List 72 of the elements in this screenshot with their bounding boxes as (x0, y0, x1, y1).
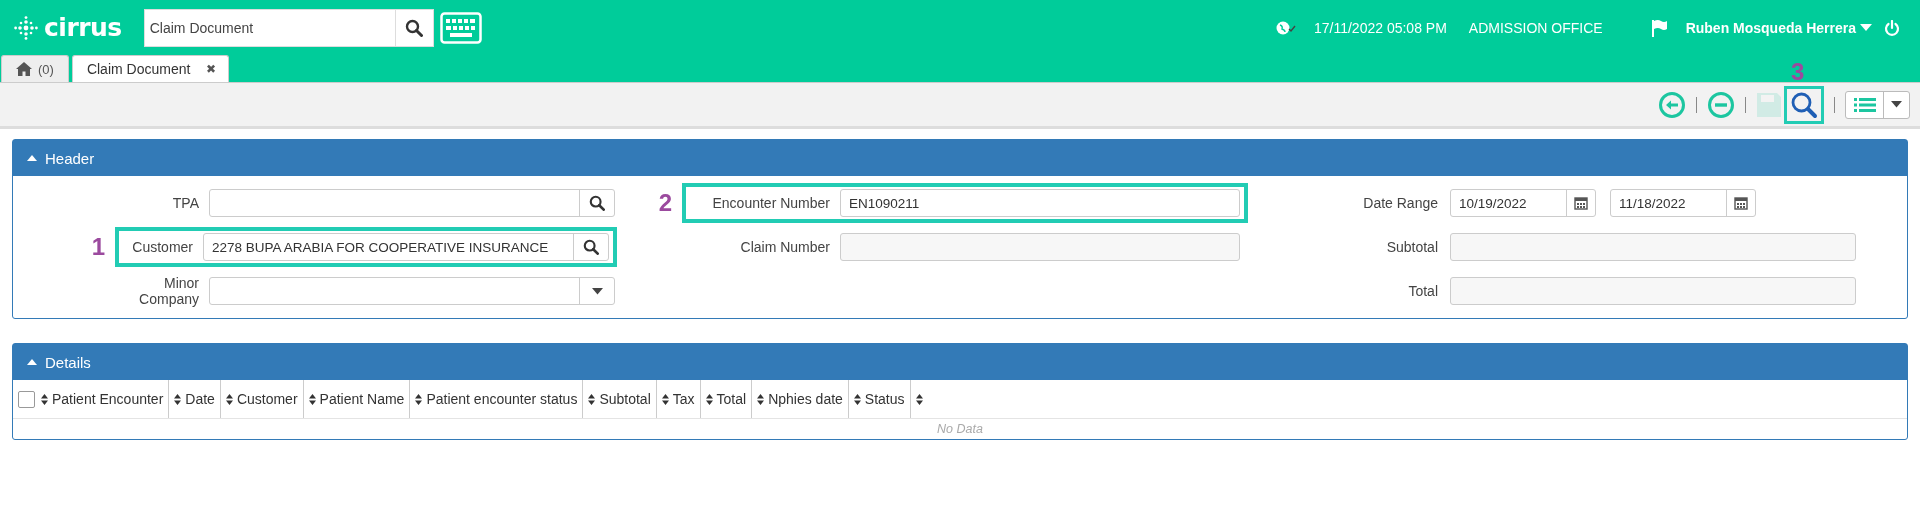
panel-title: Details (45, 353, 91, 371)
office-name: ADMISSION OFFICE (1468, 19, 1603, 36)
input-field[interactable]: EN1090211 (840, 189, 1240, 217)
power-icon[interactable] (1884, 19, 1900, 36)
flag-icon[interactable] (1649, 18, 1668, 37)
field-label: Encounter Number (711, 195, 831, 211)
column-header[interactable]: Patient Encounter (13, 380, 170, 418)
panel-title: Header (45, 149, 95, 167)
search-icon (583, 239, 599, 255)
sort-icon (41, 393, 48, 405)
column-header[interactable]: Status (848, 380, 911, 418)
sort-icon (588, 393, 596, 405)
field-label: Minor Company (138, 275, 200, 307)
column-header[interactable]: Date (169, 380, 221, 418)
tab[interactable]: Claim Document ✖ (71, 55, 230, 82)
field-label: Customer (131, 239, 194, 255)
search-field[interactable]: Claim Document (143, 8, 395, 47)
field-label: Subtotal (1385, 239, 1439, 255)
lookup-field[interactable] (209, 189, 615, 217)
lookup-field[interactable]: 2278 BUPA ARABIA FOR COOPERATIVE INSURANCE (203, 233, 609, 261)
field-label: Total (1407, 283, 1439, 299)
list-icon (1854, 97, 1876, 112)
search-icon[interactable] (1790, 90, 1818, 119)
column-header[interactable]: Tax (656, 380, 701, 418)
back-icon[interactable] (1658, 90, 1686, 119)
sort-icon (308, 393, 316, 405)
home-icon (16, 62, 32, 76)
field-label: Date Range (1362, 195, 1439, 211)
date-time: 17/11/2022 05:08 PM (1314, 19, 1447, 36)
search-button[interactable] (394, 8, 434, 47)
minus-circle-icon[interactable] (1707, 90, 1735, 119)
calendar-icon (1734, 196, 1748, 210)
sort-icon (415, 393, 423, 405)
sort-icon (174, 393, 182, 405)
column-header[interactable]: Total (700, 380, 753, 418)
keyboard-icon[interactable] (439, 11, 482, 44)
logo-icon (14, 15, 38, 40)
sort-icon (705, 393, 713, 405)
caret-icon (1891, 101, 1902, 108)
panel-title-bar[interactable]: Header (13, 140, 1907, 176)
date-field[interactable]: 11/18/2022 (1610, 189, 1756, 217)
sort-icon (853, 393, 861, 405)
search-icon (589, 195, 605, 211)
annotation-number: 3 (1791, 59, 1805, 84)
column-header[interactable]: Patient encounter status (410, 380, 584, 418)
sort-icon (661, 393, 669, 405)
date-field[interactable]: 10/19/2022 (1450, 189, 1596, 217)
sort-icon (225, 393, 233, 405)
field-label: TPA (171, 195, 200, 211)
annotation-number: 1 (91, 235, 105, 259)
sort-icon (915, 393, 923, 405)
annotation-number: 2 (658, 191, 672, 215)
caret-icon (591, 287, 603, 295)
close-icon[interactable]: ✖ (206, 62, 217, 76)
list-menu-button[interactable] (1845, 90, 1910, 119)
caret-icon (27, 359, 37, 365)
column-header[interactable]: Subtotal (583, 380, 657, 418)
column-header[interactable]: Nphies date (752, 380, 849, 418)
caret-icon (27, 155, 37, 161)
calendar-icon (1574, 196, 1588, 210)
sort-icon (757, 393, 765, 405)
search-icon (405, 18, 424, 37)
column-header[interactable]: Customer (220, 380, 304, 418)
dropdown-field[interactable] (209, 277, 615, 305)
logo-text: cirrus (44, 13, 122, 42)
field-label: Claim Number (739, 239, 831, 255)
tab[interactable]: (0) (1, 55, 69, 82)
panel-title-bar[interactable]: Details (13, 344, 1907, 380)
caret-icon (1860, 23, 1872, 32)
column-header[interactable]: Patient Name (303, 380, 411, 418)
checkbox[interactable] (18, 390, 35, 408)
empty-message: No Data (937, 422, 983, 436)
